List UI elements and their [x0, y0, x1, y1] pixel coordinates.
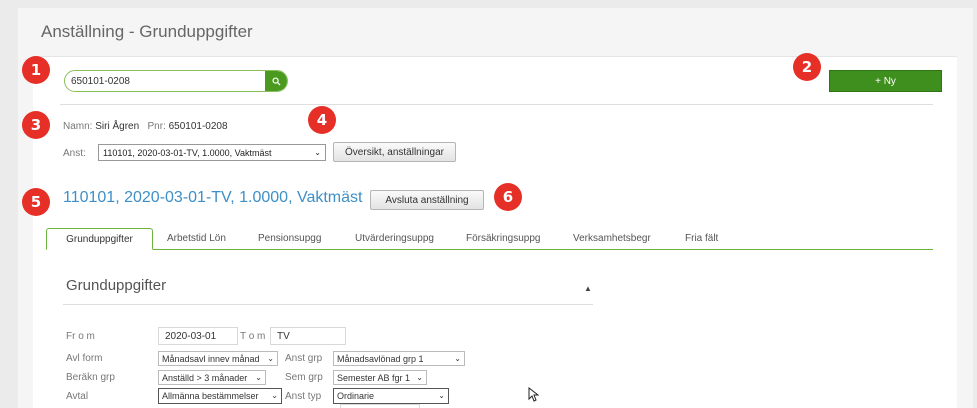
annotation-marker-6: 6	[494, 183, 522, 211]
berakn-grp-select[interactable]: Anställd > 3 månader ⌄	[158, 370, 266, 385]
tabs-underline	[46, 249, 933, 250]
annotation-marker-4: 4	[308, 106, 336, 134]
anst-typ-label: Anst typ	[285, 391, 322, 402]
tab-utvarderingsuppg[interactable]: Utvärderingsuppg	[355, 233, 434, 244]
from-date-field[interactable]: 2020-03-01	[158, 327, 238, 345]
collapse-icon[interactable]: ▲	[584, 284, 592, 293]
berakn-grp-label: Beräkn grp	[66, 372, 115, 383]
search-input[interactable]	[71, 71, 261, 91]
overview-employments-button[interactable]: Översikt, anställningar	[333, 142, 456, 162]
chevron-down-icon: ⌄	[454, 354, 461, 363]
annotation-marker-5: 5	[22, 188, 50, 216]
chevron-down-icon: ⌄	[255, 373, 262, 382]
annotation-marker-1: 1	[22, 56, 50, 84]
tab-fria-falt[interactable]: Fria fält	[685, 233, 718, 244]
tom-date-field[interactable]: TV	[270, 327, 346, 345]
employment-title: 110101, 2020-03-01-TV, 1.0000, Vaktmäst	[63, 189, 363, 206]
new-button[interactable]: + Ny	[829, 70, 942, 92]
sem-grp-select[interactable]: Semester AB fgr 1 ⌄	[333, 370, 427, 385]
avtal-label: Avtal	[66, 391, 89, 402]
avl-form-label: Avl form	[66, 353, 103, 364]
mouse-cursor-icon	[528, 387, 539, 402]
tab-forsakringsuppg[interactable]: Försäkringsuppg	[466, 233, 540, 244]
tab-grunduppgifter[interactable]: Grunduppgifter	[46, 228, 153, 250]
tab-verksamhetsbegr[interactable]: Verksamhetsbegr	[573, 233, 651, 244]
person-name: Siri Ågren	[95, 121, 140, 132]
tab-pensionsupgg[interactable]: Pensionsupgg	[258, 233, 321, 244]
person-pnr: 650101-0208	[168, 121, 228, 132]
avl-form-select[interactable]: Månadsavl innev månad ⌄	[158, 351, 278, 366]
annotation-marker-3: 3	[22, 111, 50, 139]
sem-grp-label: Sem grp	[285, 372, 323, 383]
anst-typ-value: Ordinarie	[337, 391, 375, 401]
employment-select[interactable]: 110101, 2020-03-01-TV, 1.0000, Vaktmäst …	[98, 144, 326, 161]
pnr-label: Pnr:	[147, 121, 166, 132]
divider	[60, 104, 933, 105]
berakn-grp-value: Anställd > 3 månader	[162, 372, 248, 383]
avtal-value: Allmänna bestämmelser	[162, 391, 259, 401]
name-label: Namn:	[63, 121, 93, 132]
search-box	[64, 70, 288, 92]
section-divider	[63, 304, 593, 305]
anst-typ-select[interactable]: Ordinarie ⌄	[333, 388, 449, 404]
anst-label: Anst:	[63, 148, 86, 159]
anst-grp-label: Anst grp	[285, 353, 323, 364]
sem-grp-value: Semester AB fgr 1	[337, 372, 411, 383]
search-icon	[271, 76, 281, 86]
from-label: Fr o m	[66, 331, 95, 342]
chevron-down-icon: ⌄	[416, 373, 423, 382]
person-info: Namn: Siri Ågren Pnr: 650101-0208	[63, 121, 228, 132]
search-button[interactable]	[265, 71, 287, 91]
tab-arbetstid-lon[interactable]: Arbetstid Lön	[167, 233, 226, 244]
employment-select-value: 110101, 2020-03-01-TV, 1.0000, Vaktmäst	[103, 147, 272, 158]
end-employment-button[interactable]: Avsluta anställning	[370, 190, 484, 210]
tom-label: T o m	[240, 331, 266, 342]
extra-field[interactable]	[340, 404, 420, 408]
avtal-select[interactable]: Allmänna bestämmelser ⌄	[158, 388, 282, 404]
chevron-down-icon: ⌄	[314, 148, 321, 157]
section-title: Grunduppgifter	[66, 277, 167, 294]
annotation-marker-2: 2	[793, 53, 821, 81]
anst-grp-select[interactable]: Månadsavlönad grp 1 ⌄	[333, 351, 465, 366]
chevron-down-icon: ⌄	[267, 354, 274, 363]
page-title: Anställning - Grunduppgifter	[41, 22, 253, 41]
avl-form-value: Månadsavl innev månad	[162, 353, 260, 364]
anst-grp-value: Månadsavlönad grp 1	[337, 353, 424, 364]
chevron-down-icon: ⌄	[438, 391, 445, 400]
chevron-down-icon: ⌄	[271, 391, 278, 400]
